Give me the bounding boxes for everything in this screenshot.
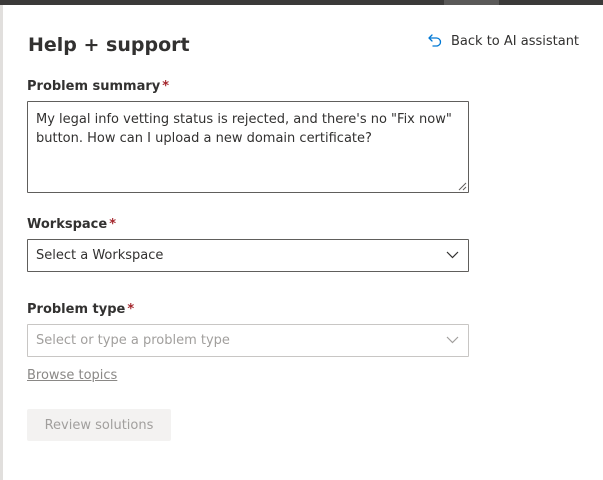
problem-summary-label: Problem summary * [27,79,169,94]
required-mark: * [127,302,135,317]
back-to-ai-assistant-link[interactable]: Back to AI assistant [427,31,579,51]
problem-summary-label-text: Problem summary [27,79,161,94]
problem-type-combobox[interactable]: Select or type a problem type [27,324,469,357]
browse-topics-link[interactable]: Browse topics [27,368,117,383]
panel-left-border [0,5,3,480]
workspace-dropdown[interactable]: Select a Workspace [27,239,469,272]
chevron-down-icon [446,251,459,259]
problem-summary-textarea[interactable]: My legal info vetting status is rejected… [27,101,469,193]
top-bar [0,0,603,5]
review-solutions-button[interactable]: Review solutions [27,409,171,441]
undo-arrow-icon [427,33,443,49]
required-mark: * [109,217,117,232]
top-bar-active-tab[interactable] [444,0,499,5]
problem-type-label-text: Problem type [27,302,126,317]
problem-type-label: Problem type * [27,302,134,317]
back-link-label: Back to AI assistant [451,33,580,49]
workspace-label-text: Workspace [27,217,108,232]
workspace-selected-value: Select a Workspace [36,248,164,263]
panel-title: Help + support [28,34,190,56]
problem-type-placeholder: Select or type a problem type [36,333,230,348]
workspace-label: Workspace * [27,217,116,232]
required-mark: * [162,79,170,94]
chevron-down-icon [446,336,459,344]
resize-grip-icon[interactable] [458,182,467,191]
